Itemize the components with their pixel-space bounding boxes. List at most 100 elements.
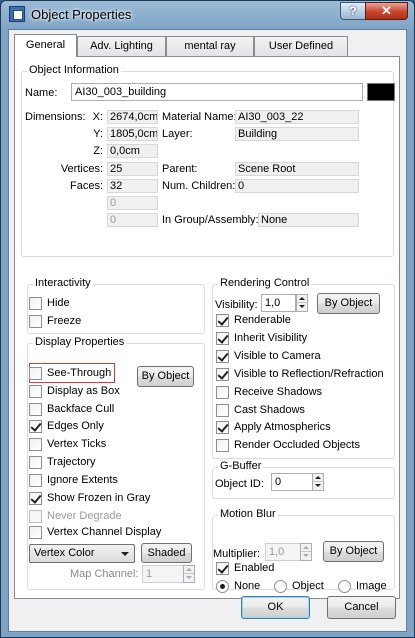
close-button[interactable]: ✕ — [365, 2, 408, 20]
cast-shadows-checkbox-box[interactable] — [216, 404, 229, 417]
display-by-object-button[interactable]: By Object — [137, 366, 194, 387]
spinner-up-icon[interactable] — [313, 474, 323, 482]
object-information-label: Object Information — [27, 64, 121, 76]
name-field[interactable]: AI30_003_building — [71, 83, 363, 101]
chevron-down-icon — [121, 552, 129, 556]
blur-image-radio-dot[interactable] — [338, 580, 351, 593]
blur-object-radio-dot[interactable] — [274, 580, 287, 593]
never-degrade-label: Never Degrade — [47, 510, 122, 522]
extra-count-1: 0 — [107, 196, 158, 210]
spinner-down-icon[interactable] — [313, 482, 323, 490]
g-buffer-label: G-Buffer — [218, 460, 264, 472]
help-button[interactable]: ? — [340, 2, 366, 20]
y-label: Y: — [93, 128, 103, 140]
vertex-ticks-checkbox-box[interactable] — [29, 438, 42, 451]
motion-blur-label: Motion Blur — [218, 508, 278, 520]
vertices-label: Vertices: — [60, 163, 103, 175]
ignore-extents-checkbox-box[interactable] — [29, 474, 42, 487]
spinner-down-icon[interactable] — [297, 303, 307, 311]
tab-general[interactable]: General — [14, 34, 77, 57]
display-as-box-checkbox-box[interactable] — [29, 385, 42, 398]
ignore-extents-label: Ignore Extents — [47, 474, 118, 486]
tab-mental-ray[interactable]: mental ray — [166, 36, 254, 56]
object-id-field[interactable]: 0 — [271, 473, 313, 491]
title-bar[interactable]: Object Properties ? ✕ — [1, 1, 414, 29]
dimension-x-value: 2674,0cm — [107, 110, 158, 124]
dimension-z-value: 0,0cm — [107, 144, 158, 158]
visibility-spinner[interactable] — [296, 294, 308, 312]
cast-shadows-label: Cast Shadows — [234, 404, 305, 416]
spinner-down-icon[interactable] — [184, 574, 194, 582]
dimension-y-value: 1805,0cm — [107, 127, 158, 141]
visible-to-camera-label: Visible to Camera — [234, 350, 321, 362]
spinner-down-icon[interactable] — [301, 552, 311, 560]
tab-user-defined[interactable]: User Defined — [254, 36, 348, 56]
enabled-checkbox-box[interactable] — [216, 562, 229, 575]
backface-cull-label: Backface Cull — [47, 403, 115, 415]
inherit-visibility-checkbox-box[interactable] — [216, 332, 229, 345]
motion-blur-by-object-button[interactable]: By Object — [323, 541, 384, 562]
visibility-field[interactable]: 1,0 — [261, 294, 296, 312]
apply-atmospherics-label: Apply Atmospherics — [234, 421, 331, 433]
receive-shadows-checkbox-box[interactable] — [216, 386, 229, 399]
rendering-by-object-button[interactable]: By Object — [317, 293, 380, 314]
apply-atmospherics-checkbox-box[interactable] — [216, 421, 229, 434]
vertex-channel-display-checkbox-box[interactable] — [29, 526, 42, 539]
receive-shadows-label: Receive Shadows — [234, 386, 323, 398]
object-color-swatch[interactable] — [367, 83, 395, 101]
hide-checkbox-box[interactable] — [29, 297, 42, 310]
backface-cull-checkbox-box[interactable] — [29, 403, 42, 416]
show-frozen-gray-checkbox-box[interactable] — [29, 492, 42, 505]
spinner-up-icon[interactable] — [184, 566, 194, 574]
visible-to-camera-checkbox-box[interactable] — [216, 350, 229, 363]
see-through-checkbox-box[interactable] — [29, 367, 42, 380]
visible-to-reflection-checkbox-box[interactable] — [216, 368, 229, 381]
z-label: Z: — [93, 145, 103, 157]
in-group-value: None — [258, 213, 359, 227]
faces-label: Faces: — [69, 180, 103, 192]
never-degrade-checkbox-box[interactable] — [29, 510, 42, 523]
map-channel-field[interactable]: 1 — [142, 565, 184, 583]
layer-value: Building — [235, 127, 359, 141]
show-frozen-gray-label: Show Frozen in Gray — [47, 492, 151, 504]
object-id-spinner[interactable] — [312, 473, 324, 491]
x-label: X: — [92, 111, 103, 123]
render-occluded-checkbox-box[interactable] — [216, 439, 229, 452]
blur-none-radio-dot[interactable] — [216, 580, 229, 593]
window-title: Object Properties — [31, 7, 132, 22]
dialog-client: General Adv. Lighting mental ray User De… — [8, 29, 407, 632]
spinner-up-icon[interactable] — [297, 295, 307, 303]
object-id-label: Object ID: — [215, 478, 264, 490]
object-properties-dialog: Object Properties ? ✕ General Adv. Light… — [0, 0, 415, 638]
multiplier-field[interactable]: 1,0 — [265, 543, 301, 561]
visibility-label: Visibility: — [215, 299, 258, 311]
general-tab-page: Object Information Name: AI30_003_buildi… — [14, 56, 400, 599]
multiplier-label: Multiplier: — [213, 548, 261, 560]
blur-none-label: None — [234, 580, 261, 592]
renderable-label: Renderable — [234, 314, 291, 326]
hide-label: Hide — [47, 297, 70, 309]
renderable-checkbox-box[interactable] — [216, 314, 229, 327]
cancel-button[interactable]: Cancel — [327, 596, 396, 619]
layer-label: Layer: — [162, 128, 193, 140]
edges-only-checkbox-box[interactable] — [29, 420, 42, 433]
map-channel-label: Map Channel: — [70, 568, 139, 580]
tab-adv-lighting[interactable]: Adv. Lighting — [77, 36, 166, 56]
spinner-up-icon[interactable] — [301, 544, 311, 552]
vertex-color-dropdown[interactable]: Vertex Color — [29, 544, 135, 563]
enabled-label: Enabled — [234, 562, 275, 574]
see-through-label: See-Through — [47, 367, 112, 379]
trajectory-checkbox-box[interactable] — [29, 456, 42, 469]
display-properties-label: Display Properties — [33, 336, 127, 348]
render-occluded-label: Render Occluded Objects — [234, 439, 360, 451]
extra-count-2: 0 — [107, 213, 158, 227]
multiplier-spinner[interactable] — [300, 543, 312, 561]
trajectory-label: Trajectory — [47, 456, 96, 468]
shaded-button[interactable]: Shaded — [141, 543, 192, 563]
material-name-label: Material Name: — [162, 111, 237, 123]
map-channel-spinner[interactable] — [183, 565, 195, 583]
blur-object-label: Object — [292, 580, 324, 592]
vertex-ticks-label: Vertex Ticks — [47, 438, 107, 450]
ok-button[interactable]: OK — [241, 596, 310, 619]
freeze-checkbox-box[interactable] — [29, 315, 42, 328]
